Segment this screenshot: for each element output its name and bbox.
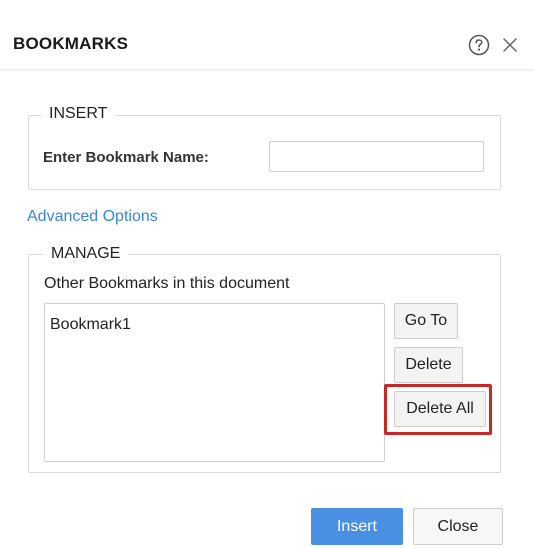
bookmark-name-input[interactable] — [269, 141, 484, 172]
advanced-options-link[interactable]: Advanced Options — [27, 208, 158, 226]
insert-legend: INSERT — [41, 105, 116, 123]
bookmark-name-label: Enter Bookmark Name: — [43, 149, 209, 166]
delete-all-button[interactable]: Delete All — [394, 391, 486, 427]
manage-legend: MANAGE — [43, 245, 129, 263]
dialog-header: BOOKMARKS — [0, 0, 534, 70]
bookmark-list[interactable]: Bookmark1 — [44, 303, 385, 462]
dialog-title: BOOKMARKS — [13, 34, 129, 53]
insert-button[interactable]: Insert — [311, 508, 403, 545]
close-button[interactable]: Close — [413, 508, 503, 545]
delete-button[interactable]: Delete — [394, 347, 463, 383]
list-item[interactable]: Bookmark1 — [50, 316, 131, 334]
other-bookmarks-caption: Other Bookmarks in this document — [44, 275, 290, 292]
help-circle-icon[interactable] — [468, 34, 490, 56]
close-icon[interactable] — [500, 35, 520, 55]
go-to-button[interactable]: Go To — [394, 303, 458, 339]
